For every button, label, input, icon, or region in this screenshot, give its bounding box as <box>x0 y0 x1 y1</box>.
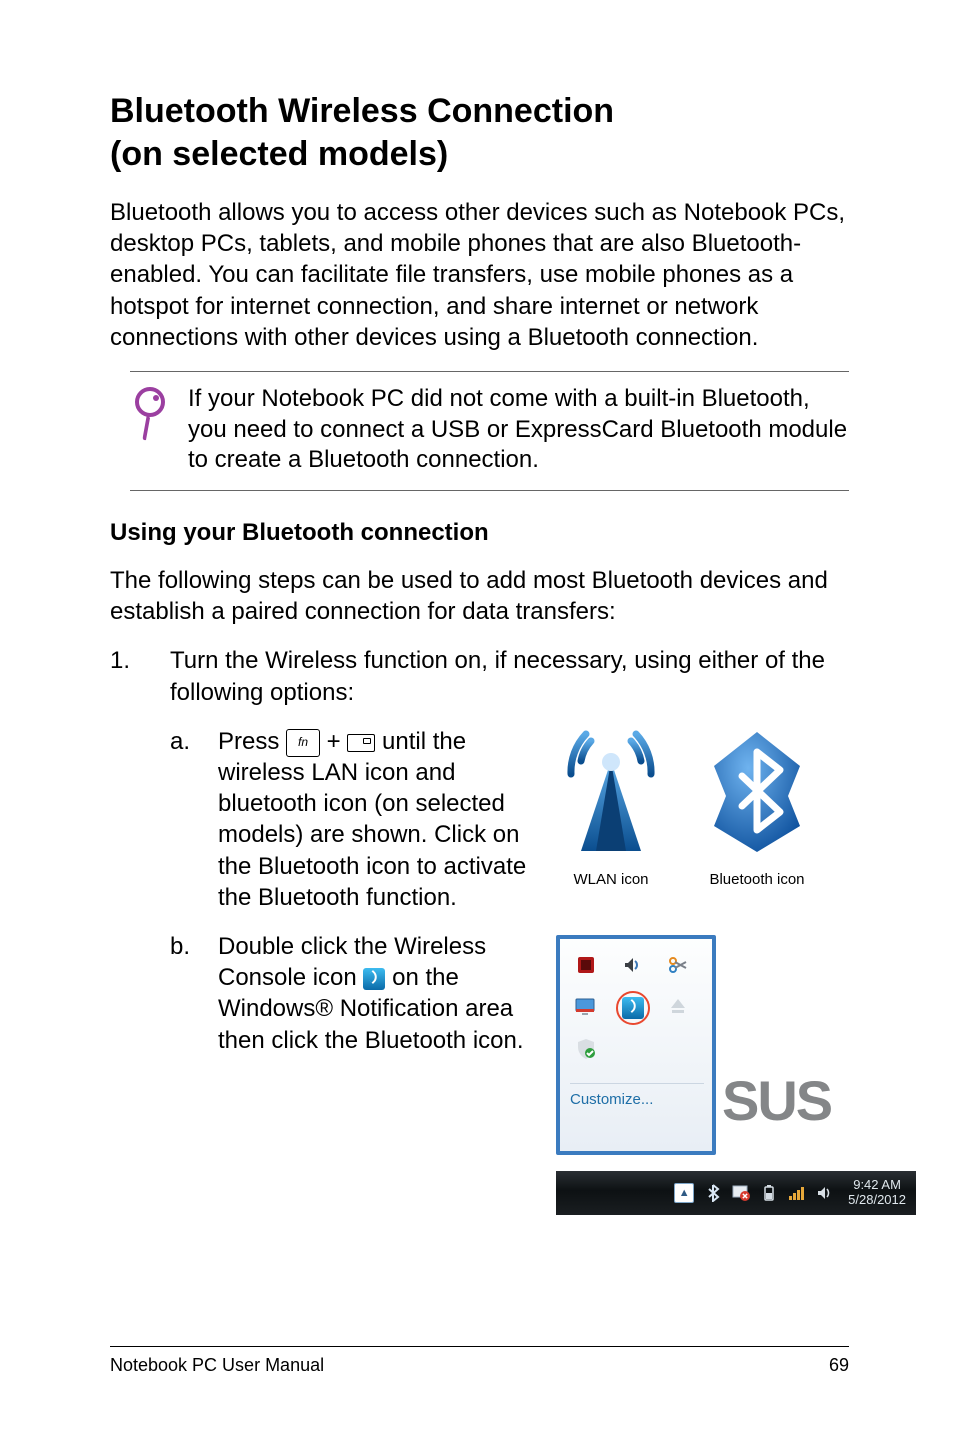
wireless-console-icon <box>363 968 385 990</box>
tray-wireless-console-icon[interactable] <box>616 991 650 1025</box>
desktop-brand-logo: SUS <box>722 1065 912 1125</box>
taskbar: ▲ <box>556 1171 916 1215</box>
title-line-2: (on selected models) <box>110 135 448 173</box>
system-tray-screenshot: SUS <box>556 935 916 1215</box>
substep-b-letter: b. <box>170 931 198 1215</box>
title-line-1: Bluetooth Wireless Connection <box>110 92 614 130</box>
taskbar-flag-icon[interactable] <box>732 1184 750 1202</box>
tray-expand-arrow-icon[interactable]: ▲ <box>674 1183 694 1203</box>
lead-in-paragraph: The following steps can be used to add m… <box>110 565 849 627</box>
step-1-text: Turn the Wireless function on, if necess… <box>170 645 916 707</box>
magnifier-icon <box>130 384 170 449</box>
ordered-steps: 1. Turn the Wireless function on, if nec… <box>110 645 849 1233</box>
tray-catalyst-icon[interactable] <box>570 949 602 981</box>
taskbar-volume-icon[interactable] <box>816 1184 834 1202</box>
page-number: 69 <box>829 1355 849 1376</box>
substep-b-text: Double click the Wireless Console icon o… <box>218 931 538 1056</box>
footer-title: Notebook PC User Manual <box>110 1355 324 1376</box>
step-number: 1. <box>110 645 140 1233</box>
taskbar-bluetooth-icon[interactable] <box>704 1184 722 1202</box>
substep-a-text: Press fn + until the wireless LAN icon a… <box>218 726 538 913</box>
note-text: If your Notebook PC did not come with a … <box>188 384 849 476</box>
intro-paragraph: Bluetooth allows you to access other dev… <box>110 197 849 353</box>
subheading: Using your Bluetooth connection <box>110 519 849 547</box>
wlan-caption: WLAN icon <box>556 870 666 890</box>
tray-overflow-popup: Customize... <box>556 935 716 1155</box>
tray-shield-icon[interactable] <box>570 1033 602 1065</box>
taskbar-network-icon[interactable] <box>788 1184 806 1202</box>
tray-scissors-icon[interactable] <box>662 949 694 981</box>
tray-customize-link[interactable]: Customize... <box>570 1083 704 1110</box>
page-footer: Notebook PC User Manual 69 <box>110 1346 849 1376</box>
page-title: Bluetooth Wireless Connection (on select… <box>110 90 849 175</box>
wireless-key-icon <box>347 734 375 752</box>
bluetooth-caption: Bluetooth icon <box>702 870 812 890</box>
taskbar-battery-icon[interactable] <box>760 1184 778 1202</box>
tray-eject-icon[interactable] <box>662 991 694 1023</box>
fn-key-icon: fn <box>286 729 320 757</box>
substep-a-letter: a. <box>170 726 198 913</box>
tray-monitor-icon[interactable] <box>570 991 602 1023</box>
bluetooth-icon <box>702 726 812 856</box>
wlan-icon <box>556 726 666 856</box>
tray-volume-icon[interactable] <box>616 949 648 981</box>
taskbar-clock[interactable]: 9:42 AM 5/28/2012 <box>844 1178 910 1208</box>
note-callout: If your Notebook PC did not come with a … <box>130 371 849 491</box>
